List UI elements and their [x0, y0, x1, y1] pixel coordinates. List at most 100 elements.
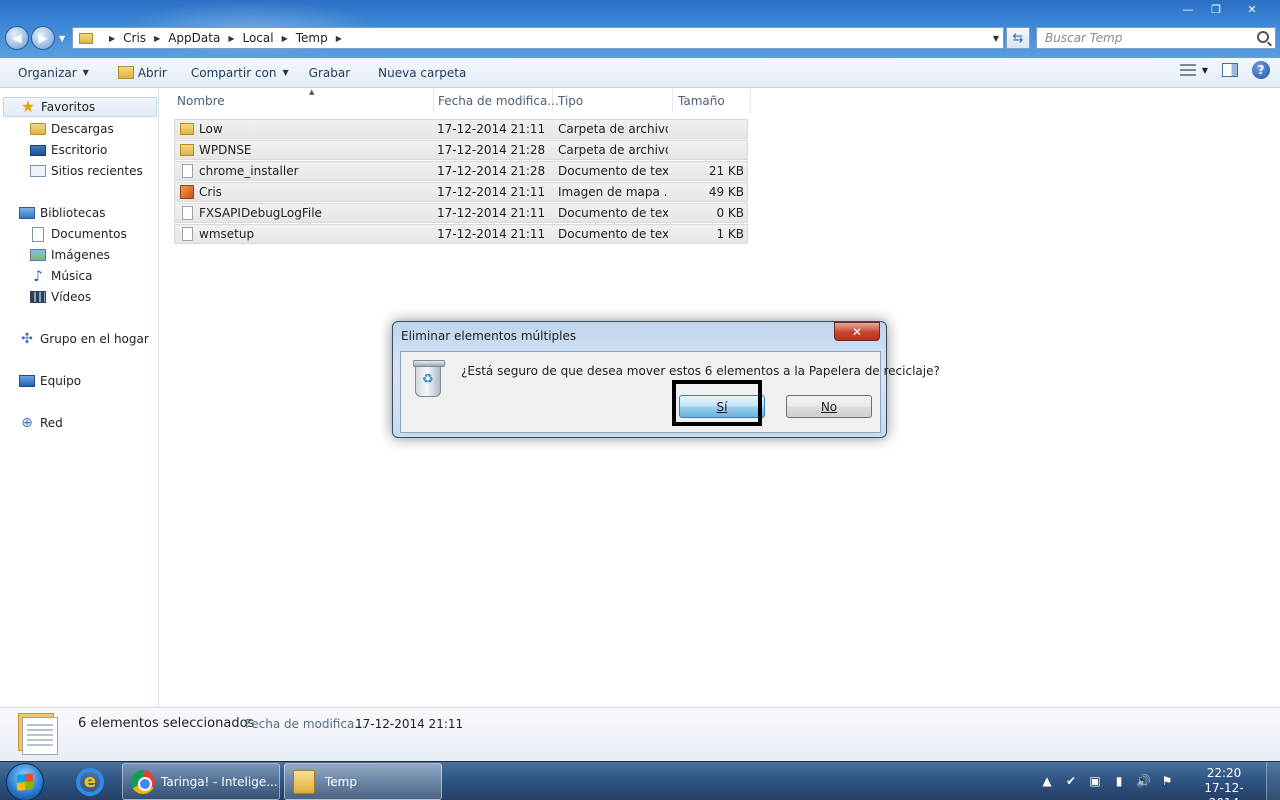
help-icon[interactable]: ? — [1252, 61, 1270, 79]
nav-music[interactable]: ♪ Música — [30, 266, 92, 286]
file-size: 1 KB — [716, 227, 744, 241]
refresh-button[interactable]: ⇆ — [1006, 27, 1030, 49]
text-file-icon — [182, 227, 193, 241]
clock-time: 22:20 — [1206, 766, 1242, 780]
file-row[interactable]: FXSAPIDebugLogFile 17-12-2014 21:11 Docu… — [174, 203, 748, 223]
command-bar: Organizar ▼ Abrir Compartir con ▼ Grabar… — [0, 58, 1280, 88]
change-view-icon[interactable] — [1179, 64, 1196, 76]
action-center-icon[interactable]: ✔ — [1064, 774, 1078, 788]
text-file-icon — [182, 206, 193, 220]
network-signal-icon[interactable]: ▮ — [1112, 774, 1126, 788]
file-row[interactable]: WPDNSE 17-12-2014 21:28 Carpeta de archi… — [174, 140, 748, 160]
close-window-button[interactable]: ✕ — [1230, 0, 1274, 18]
breadcrumb-separator[interactable]: ▶ — [228, 34, 234, 43]
start-button[interactable] — [6, 763, 44, 800]
breadcrumb-local[interactable]: Local — [242, 31, 273, 45]
search-icon[interactable] — [1257, 31, 1269, 43]
file-row[interactable]: chrome_installer 17-12-2014 21:28 Docume… — [174, 161, 748, 181]
file-row[interactable]: Low 17-12-2014 21:11 Carpeta de archivos — [174, 119, 748, 139]
breadcrumb-appdata[interactable]: AppData — [168, 31, 220, 45]
video-film-icon — [30, 291, 46, 303]
open-button[interactable]: Abrir — [109, 61, 176, 85]
minimize-button[interactable]: — — [1174, 0, 1202, 18]
file-size: 21 KB — [708, 164, 744, 178]
maximize-button[interactable]: ❐ — [1202, 0, 1230, 18]
navigation-pane: ★ Favoritos Descargas Escritorio Sitios … — [0, 89, 159, 707]
search-box[interactable] — [1036, 27, 1276, 49]
nav-desktop[interactable]: Escritorio — [30, 140, 107, 160]
nav-downloads[interactable]: Descargas — [30, 119, 114, 139]
organize-button[interactable]: Organizar ▼ — [9, 61, 98, 85]
breadcrumb-separator[interactable]: ▶ — [109, 34, 115, 43]
breadcrumb-separator[interactable]: ▶ — [336, 34, 342, 43]
chevron-down-icon[interactable]: ▼ — [1202, 66, 1208, 75]
documents-icon — [32, 226, 44, 242]
search-input[interactable] — [1045, 31, 1245, 45]
nav-computer[interactable]: Equipo — [19, 371, 81, 391]
recent-pages-dropdown[interactable]: ▼ — [59, 34, 65, 43]
nav-homegroup[interactable]: ✣ Grupo en el hogar — [19, 329, 149, 349]
details-date-label: Fecha de modifica... — [245, 717, 366, 731]
nav-documents[interactable]: Documentos — [30, 224, 127, 244]
taskbar-task-chrome[interactable]: Taringa! - Intelige... — [122, 763, 280, 800]
column-header-name[interactable]: ▲ Nombre — [172, 88, 434, 113]
back-button[interactable]: ◀ — [5, 26, 29, 50]
taskbar-task-explorer[interactable]: Temp — [284, 763, 442, 800]
close-icon: ✕ — [851, 324, 863, 339]
dialog-close-button[interactable]: ✕ — [834, 322, 880, 341]
breadcrumb-separator[interactable]: ▶ — [154, 34, 160, 43]
file-type: Documento de tex... — [558, 206, 668, 220]
file-row[interactable]: Cris 17-12-2014 21:11 Imagen de mapa ...… — [174, 182, 748, 202]
file-name: wmsetup — [199, 227, 255, 241]
volume-icon[interactable]: 🔊 — [1136, 774, 1151, 788]
file-row[interactable]: wmsetup 17-12-2014 21:11 Documento de te… — [174, 224, 748, 244]
no-label: No — [820, 399, 838, 414]
nav-label: Equipo — [40, 374, 82, 388]
share-button[interactable]: Compartir con ▼ — [182, 61, 298, 85]
new-folder-button[interactable]: Nueva carpeta — [369, 61, 475, 85]
delete-confirmation-dialog: Eliminar elementos múltiples ✕ ¿Está seg… — [392, 321, 940, 438]
preview-pane-icon[interactable] — [1222, 63, 1238, 77]
breadcrumb-cris[interactable]: Cris — [123, 31, 146, 45]
nav-recent-places[interactable]: Sitios recientes — [30, 161, 143, 181]
open-folder-icon — [117, 66, 134, 79]
nav-libraries[interactable]: Bibliotecas — [19, 203, 105, 223]
device-icon[interactable]: ▣ — [1088, 774, 1102, 788]
forward-button[interactable]: ▶ — [31, 26, 55, 50]
nav-pictures[interactable]: Imágenes — [30, 245, 110, 265]
task-label: Temp — [325, 774, 357, 789]
nav-label: Escritorio — [51, 143, 108, 157]
clock[interactable]: 22:20 17-12-2014 — [1192, 766, 1256, 800]
internet-explorer-button[interactable]: e — [62, 763, 118, 800]
show-desktop-button[interactable] — [1266, 762, 1280, 800]
breadcrumb-separator[interactable]: ▶ — [282, 34, 288, 43]
burn-button[interactable]: Grabar — [300, 61, 360, 85]
sort-ascending-icon: ▲ — [309, 88, 315, 96]
no-button[interactable]: No — [786, 395, 872, 418]
file-name: Low — [199, 122, 223, 136]
file-name: WPDNSE — [199, 143, 252, 157]
address-bar[interactable]: ▶ Cris ▶ AppData ▶ Local ▶ Temp ▶ ▼ — [72, 27, 1004, 49]
chevron-down-icon: ▼ — [282, 68, 289, 77]
nav-network[interactable]: ⊕ Red — [19, 413, 63, 433]
computer-icon — [19, 375, 35, 387]
folder-icon — [180, 144, 194, 156]
show-hidden-icons-icon[interactable]: ▲ — [1040, 774, 1054, 788]
column-header-date[interactable]: Fecha de modifica... — [433, 89, 559, 113]
nav-favorites[interactable]: ★ Favoritos — [3, 97, 157, 117]
flag-icon[interactable]: ⚑ — [1160, 774, 1174, 788]
share-label: Compartir con — [190, 65, 277, 80]
dialog-message: ¿Está seguro de que desea mover estos 6 … — [461, 364, 940, 378]
column-header-size[interactable]: Tamaño — [673, 89, 751, 113]
downloads-folder-icon — [30, 123, 46, 135]
nav-videos[interactable]: Vídeos — [30, 287, 91, 307]
folder-icon — [293, 769, 315, 794]
column-header-type[interactable]: Tipo — [553, 89, 673, 113]
breadcrumb-temp[interactable]: Temp — [296, 31, 328, 45]
column-label: Fecha de modifica... — [438, 94, 559, 108]
address-history-dropdown[interactable]: ▼ — [993, 34, 999, 43]
organize-label: Organizar — [18, 65, 77, 80]
folder-icon — [180, 123, 194, 135]
dialog-title: Eliminar elementos múltiples — [401, 329, 577, 343]
new-folder-label: Nueva carpeta — [378, 65, 467, 80]
